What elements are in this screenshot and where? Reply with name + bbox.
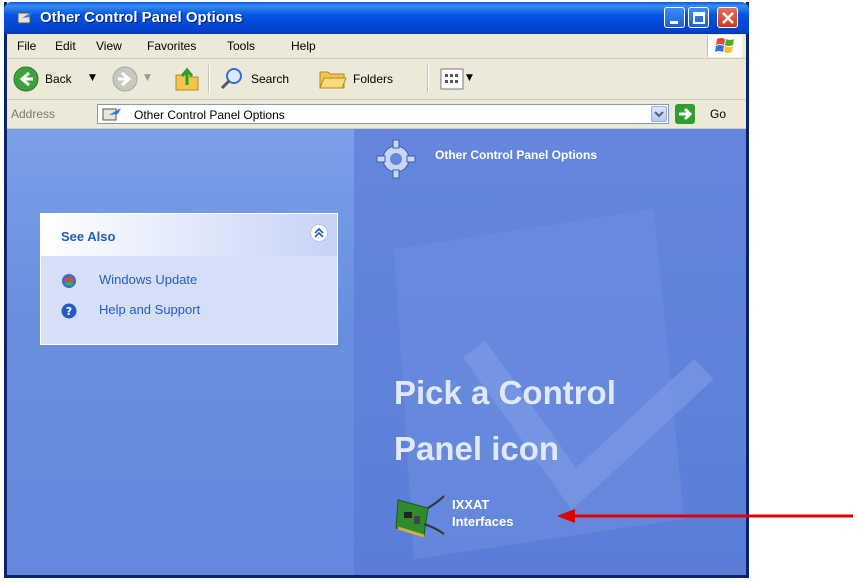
help-and-support-link[interactable]: Help and Support — [99, 302, 200, 317]
address-input[interactable]: Other Control Panel Options — [97, 104, 669, 124]
go-arrow-icon — [679, 107, 693, 121]
ixxat-label-line-2: Interfaces — [452, 514, 514, 529]
address-value: Other Control Panel Options — [134, 108, 285, 122]
pick-line-2: Panel icon — [394, 430, 560, 467]
windows-update-icon[interactable] — [61, 273, 77, 289]
windows-logo-icon — [707, 35, 742, 57]
menu-help[interactable]: Help — [291, 39, 316, 53]
toolbar-separator — [208, 65, 210, 93]
chevron-down-icon — [654, 111, 664, 118]
back-dropdown-icon[interactable]: ▼ — [89, 73, 96, 83]
menu-view[interactable]: View — [96, 39, 122, 53]
chevron-up-double-icon — [314, 227, 324, 238]
collapse-button[interactable] — [310, 224, 328, 242]
back-arrow-icon[interactable] — [13, 66, 39, 92]
menu-tools[interactable]: Tools — [227, 39, 255, 53]
views-dropdown-icon[interactable]: ▼ — [466, 73, 473, 83]
go-button[interactable] — [675, 104, 695, 124]
ixxat-label-line-1: IXXAT — [452, 497, 490, 512]
minimize-button[interactable] — [664, 7, 685, 28]
title-bar[interactable]: Other Control Panel Options — [4, 2, 749, 34]
close-button[interactable] — [717, 7, 738, 28]
task-pane: See Also Windows Update ? Help and Suppo… — [7, 129, 354, 575]
control-panel-icon — [102, 108, 121, 121]
maximize-button[interactable] — [688, 7, 709, 28]
windows-update-link[interactable]: Windows Update — [99, 272, 197, 287]
menu-file[interactable]: File — [17, 39, 36, 53]
maximize-icon — [693, 12, 705, 24]
address-dropdown-button[interactable] — [651, 106, 667, 122]
search-icon[interactable] — [219, 66, 245, 92]
minimize-icon — [670, 21, 678, 24]
ixxat-interface-card-icon[interactable] — [394, 494, 446, 538]
see-also-title: See Also — [61, 229, 116, 244]
see-also-header[interactable]: See Also — [41, 214, 337, 256]
see-also-panel: See Also Windows Update ? Help and Suppo… — [40, 213, 338, 345]
window-title: Other Control Panel Options — [40, 9, 243, 26]
close-icon — [722, 12, 734, 24]
annotation-arrow-icon — [557, 509, 853, 523]
forward-dropdown-icon[interactable]: ▼ — [144, 73, 151, 83]
menu-bar: File Edit View Favorites Tools Help — [7, 34, 746, 59]
category-title: Other Control Panel Options — [435, 148, 598, 162]
folders-button[interactable]: Folders — [353, 72, 393, 86]
back-button[interactable]: Back — [45, 72, 72, 86]
menu-edit[interactable]: Edit — [55, 39, 76, 53]
explorer-window: Other Control Panel Options File Edit Vi… — [4, 2, 749, 578]
folders-icon[interactable] — [318, 66, 348, 92]
address-bar: Address Other Control Panel Options Go — [7, 100, 746, 129]
svg-text:?: ? — [66, 305, 72, 318]
search-button[interactable]: Search — [251, 72, 289, 86]
go-label[interactable]: Go — [710, 107, 726, 121]
forward-arrow-icon[interactable] — [112, 66, 138, 92]
standard-toolbar: Back ▼ ▼ Search Folders ▼ — [7, 59, 746, 100]
pick-line-1: Pick a Control — [394, 374, 616, 411]
control-panel-gear-icon — [376, 139, 416, 179]
ixxat-interfaces-item[interactable]: IXXAT Interfaces — [452, 496, 513, 530]
views-icon[interactable] — [440, 68, 464, 90]
pick-instruction: Pick a Control Panel icon — [394, 365, 734, 477]
control-panel-icon — [17, 12, 32, 24]
menu-favorites[interactable]: Favorites — [147, 39, 196, 53]
toolbar-separator — [427, 65, 429, 93]
address-label: Address — [11, 107, 56, 121]
help-icon[interactable]: ? — [61, 303, 77, 319]
up-folder-icon[interactable] — [173, 65, 201, 93]
